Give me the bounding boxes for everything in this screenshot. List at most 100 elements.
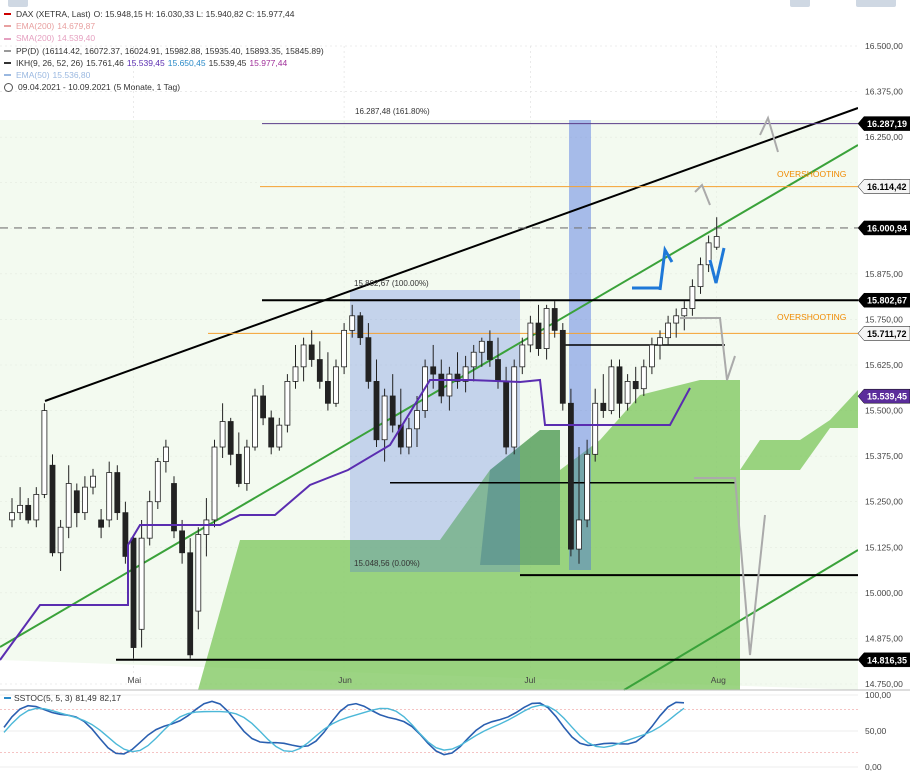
candle-bear	[98, 519, 104, 528]
x-tick-label: Mai	[128, 675, 142, 685]
candle-bear	[600, 402, 607, 411]
y-tick-label: 15.500,00	[865, 406, 903, 416]
y-tick-label: 14.875,00	[865, 633, 903, 643]
candle-bull	[243, 446, 250, 484]
candle-bull	[511, 366, 518, 448]
candle-bull	[292, 366, 299, 382]
candle-bull	[203, 519, 210, 535]
candle-bear	[316, 359, 323, 382]
candle-bull	[90, 475, 96, 488]
ikh-value-2: 15.539,45	[126, 57, 165, 68]
ema50-label: EMA(50)	[16, 70, 50, 81]
y-tick-label: 16.375,00	[865, 87, 903, 97]
candle-bull	[33, 494, 40, 521]
y-tick-label: 15.625,00	[865, 360, 903, 370]
candle-bear	[389, 395, 396, 426]
candle-bear	[551, 308, 558, 331]
candle-bear	[227, 421, 234, 455]
candle-bear	[268, 417, 275, 448]
fib-mid-label: 15.802,67 (100.00%)	[354, 279, 429, 288]
stochastic-title: SSTOC(5, 5, 3)	[14, 693, 73, 703]
stoch-tick-label: 100,00	[865, 690, 891, 700]
stoch-tick-label: 0,00	[865, 762, 882, 771]
overshoot-label-2: OVERSHOOTING	[777, 312, 846, 322]
candle-bear	[486, 340, 493, 360]
ikh-value-3: 15.650,45	[167, 57, 206, 68]
price-chart[interactable]: 16.500,0016.375,0016.250,0016.125,0016.0…	[0, 0, 910, 771]
legend-row-instrument: DAX (XETRA, Last) O: 15.948,15 H: 16.030…	[4, 8, 324, 20]
y-tick-label: 16.250,00	[865, 132, 903, 142]
candle-bull	[17, 504, 24, 514]
candle-bull	[154, 461, 161, 503]
ema200-value: 14.679,87	[57, 21, 96, 32]
candle-bear	[114, 472, 121, 514]
price-tag-label: 16.287,19	[867, 119, 907, 129]
clock-icon	[4, 82, 13, 92]
y-tick-label: 14.750,00	[865, 679, 903, 689]
candle-bull	[576, 519, 582, 550]
stochastic-value-1: 81,49	[75, 693, 97, 703]
legend-row-ikh: IKH(9, 26, 52, 26) 15.761,46 15.539,45 1…	[4, 57, 324, 69]
candle-bear	[49, 464, 56, 554]
candle-bear	[632, 381, 639, 390]
date-range: 09.04.2021 - 10.09.2021	[18, 82, 111, 93]
ikh-marker	[4, 61, 11, 64]
price-tag-label: 15.802,67	[867, 296, 907, 306]
pivot-label: PP(D)	[16, 45, 40, 56]
toolbar-tab-2[interactable]	[790, 0, 810, 7]
candle-bull	[649, 344, 655, 368]
legend-row-pivot: PP(D) (16114.42, 16072.37, 16024.91, 159…	[4, 45, 324, 57]
candle-bull	[608, 366, 615, 411]
candle-bull	[57, 526, 64, 554]
y-tick-label: 15.125,00	[865, 542, 903, 552]
candle-bull	[713, 236, 720, 248]
toolbar-tab-1[interactable]	[8, 0, 28, 7]
candle-bull	[405, 428, 412, 448]
y-tick-label: 15.000,00	[865, 588, 903, 598]
candle-bull	[65, 483, 72, 528]
candle-bull	[333, 366, 339, 404]
ikh-value-4: 15.539,45	[208, 57, 247, 68]
candle-bull	[195, 534, 202, 612]
candle-bear	[73, 490, 80, 514]
stoch-tick-label: 50,00	[865, 726, 887, 736]
candle-bull	[162, 446, 169, 463]
ema200-label: EMA(200)	[16, 21, 55, 32]
candle-bear	[25, 504, 32, 521]
candle-bull	[527, 322, 534, 346]
candle-bear	[260, 395, 267, 419]
candle-bull	[470, 351, 477, 368]
candle-bear	[130, 537, 137, 648]
candle-bear	[308, 344, 315, 360]
candle-bull	[41, 410, 48, 495]
candle-bull	[9, 512, 15, 521]
fib-low-label: 15.048,56 (0.00%)	[354, 559, 420, 568]
candle-bear	[324, 381, 331, 404]
instrument-marker	[4, 13, 11, 16]
toolbar-tab-3[interactable]	[856, 0, 896, 7]
candle-bull	[478, 340, 485, 353]
candle-bear	[616, 366, 623, 404]
fib-top-label: 16.287,48 (161.80%)	[355, 107, 430, 116]
candle-bull	[211, 446, 218, 521]
candle-bull	[657, 337, 663, 346]
sma200-value: 14.539,40	[57, 33, 96, 44]
candle-bull	[446, 373, 453, 397]
y-tick-label: 15.750,00	[865, 314, 903, 324]
price-tag-label: 14.816,35	[867, 655, 907, 665]
candle-bull	[82, 486, 88, 514]
stochastic-marker	[4, 697, 11, 699]
ikh-label: IKH(9, 26, 52, 26)	[16, 57, 84, 68]
candle-bear	[430, 366, 437, 375]
legend-row-range: 09.04.2021 - 10.09.2021 (5 Monate, 1 Tag…	[4, 81, 324, 93]
price-tag-label: 15.539,45	[867, 392, 907, 402]
sma200-marker	[4, 37, 11, 40]
candle-bull	[349, 315, 356, 331]
x-tick-label: Jul	[524, 675, 535, 685]
stochastic-panel: 100,00 50,00 0,00	[0, 689, 910, 771]
y-tick-label: 15.250,00	[865, 497, 903, 507]
candle-bull	[543, 308, 550, 349]
ema50-value: 15.536,80	[52, 70, 91, 81]
x-tick-label: Aug	[711, 675, 726, 685]
candle-bear	[365, 337, 372, 382]
